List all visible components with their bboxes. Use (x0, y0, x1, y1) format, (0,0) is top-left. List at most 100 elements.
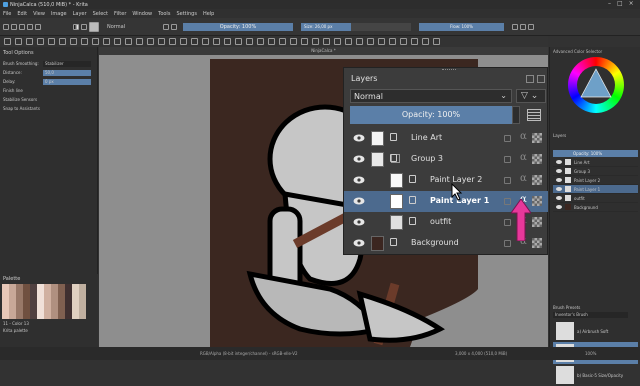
menu-item[interactable]: File (3, 11, 11, 17)
eye-icon[interactable] (556, 187, 562, 191)
palette-swatch[interactable] (16, 312, 23, 319)
opacity-slider[interactable]: Opacity: 100% (183, 22, 293, 31)
tool-icon[interactable] (4, 38, 11, 45)
palette-swatch[interactable] (79, 298, 86, 305)
preset-filter[interactable]: Inventor's Brush (553, 312, 628, 318)
palette-swatch[interactable] (51, 291, 58, 298)
tool-icon[interactable] (37, 38, 44, 45)
tool-icon[interactable] (81, 38, 88, 45)
palette-swatch[interactable] (2, 284, 9, 291)
palette-swatch[interactable] (37, 305, 44, 312)
gradient-icon[interactable] (73, 23, 79, 30)
tool-icon[interactable] (323, 38, 330, 45)
tool-icon[interactable] (367, 38, 374, 45)
palette-swatch[interactable] (23, 298, 30, 305)
eye-icon[interactable] (556, 169, 562, 173)
palette-swatch[interactable] (16, 291, 23, 298)
palette-swatch[interactable] (65, 284, 72, 291)
tool-icon[interactable] (433, 38, 440, 45)
size-slider-track[interactable] (351, 22, 411, 31)
color-wheel[interactable] (568, 57, 624, 113)
palette-swatch[interactable] (58, 312, 65, 319)
tool-icon[interactable] (70, 38, 77, 45)
tool-icon[interactable] (422, 38, 429, 45)
palette-grid[interactable] (2, 284, 98, 319)
palette-swatch[interactable] (58, 291, 65, 298)
palette-swatch[interactable] (51, 284, 58, 291)
inherit-alpha-icon[interactable] (532, 133, 542, 143)
palette-swatch[interactable] (37, 312, 44, 319)
palette-swatch[interactable] (9, 298, 16, 305)
menu-item[interactable]: Select (93, 11, 108, 17)
layer-row[interactable]: Line Art α (344, 128, 548, 149)
tool-icon[interactable] (147, 38, 154, 45)
eraser-icon[interactable] (163, 23, 169, 30)
layer-row[interactable]: Paint Layer 2α (344, 170, 548, 191)
lock-icon[interactable] (504, 177, 511, 184)
flow-slider[interactable]: Flow: 100% (419, 22, 504, 31)
palette-swatch[interactable] (44, 312, 51, 319)
tool-icon[interactable] (213, 38, 220, 45)
undo-icon[interactable] (27, 23, 33, 30)
palette-swatch[interactable] (58, 305, 65, 312)
tool-option-value[interactable]: 0 px (43, 78, 91, 85)
tool-icon[interactable] (59, 38, 66, 45)
eye-icon[interactable] (556, 196, 562, 200)
new-file-icon[interactable] (3, 23, 9, 30)
menu-item[interactable]: Help (203, 11, 214, 17)
menu-item[interactable]: Window (132, 11, 152, 17)
palette-swatch[interactable] (9, 284, 16, 291)
palette-swatch[interactable] (23, 291, 30, 298)
preset-row[interactable]: b) Basic-5 Size/Opacity (553, 364, 638, 386)
tool-icon[interactable] (26, 38, 33, 45)
tool-option-value[interactable]: 50,0 (43, 69, 91, 76)
layer-name[interactable]: outfit (430, 217, 451, 226)
tool-icon[interactable] (334, 38, 341, 45)
palette-swatch[interactable] (16, 305, 23, 312)
color-triangle[interactable] (568, 57, 624, 113)
mirror-icon[interactable] (512, 23, 518, 30)
palette-swatch[interactable] (65, 298, 72, 305)
right-layer-row[interactable]: Group 3 (553, 167, 638, 176)
palette-swatch[interactable] (79, 305, 86, 312)
palette-swatch[interactable] (72, 298, 79, 305)
tool-icon[interactable] (268, 38, 275, 45)
brush-preset-icon[interactable] (89, 21, 99, 32)
palette-swatch[interactable] (37, 291, 44, 298)
layer-name[interactable]: Background (411, 238, 459, 247)
palette-swatch[interactable] (30, 312, 37, 319)
tool-icon[interactable] (114, 38, 121, 45)
float-button[interactable] (526, 75, 534, 83)
eye-icon[interactable] (353, 197, 365, 205)
tool-icon[interactable] (389, 38, 396, 45)
alpha-lock-icon[interactable]: α (520, 152, 527, 163)
tool-icon[interactable] (400, 38, 407, 45)
menu-item[interactable]: Edit (17, 11, 27, 17)
palette-swatch[interactable] (44, 284, 51, 291)
palette-swatch[interactable] (44, 291, 51, 298)
save-icon[interactable] (19, 23, 25, 30)
tool-icon[interactable] (224, 38, 231, 45)
filter-button[interactable]: ▽ ⌄ (516, 89, 546, 103)
menu-item[interactable]: Settings (176, 11, 197, 17)
tool-icon[interactable] (125, 38, 132, 45)
palette-swatch[interactable] (72, 291, 79, 298)
tool-option-value[interactable]: Stabilizer (43, 60, 91, 67)
tool-icon[interactable] (103, 38, 110, 45)
palette-swatch[interactable] (51, 305, 58, 312)
inherit-alpha-icon[interactable] (532, 217, 542, 227)
tool-icon[interactable] (169, 38, 176, 45)
palette-swatch[interactable] (79, 284, 86, 291)
eye-icon[interactable] (353, 155, 365, 163)
redo-icon[interactable] (35, 23, 41, 30)
tool-icon[interactable] (48, 38, 55, 45)
tool-icon[interactable] (191, 38, 198, 45)
menu-item[interactable]: Image (51, 11, 67, 17)
palette-swatch[interactable] (30, 305, 37, 312)
palette-swatch[interactable] (72, 284, 79, 291)
close-panel-icon[interactable] (537, 75, 545, 83)
tool-icon[interactable] (15, 38, 22, 45)
layer-name[interactable]: Line Art (411, 133, 442, 142)
lock-icon[interactable] (504, 156, 511, 163)
palette-swatch[interactable] (30, 298, 37, 305)
